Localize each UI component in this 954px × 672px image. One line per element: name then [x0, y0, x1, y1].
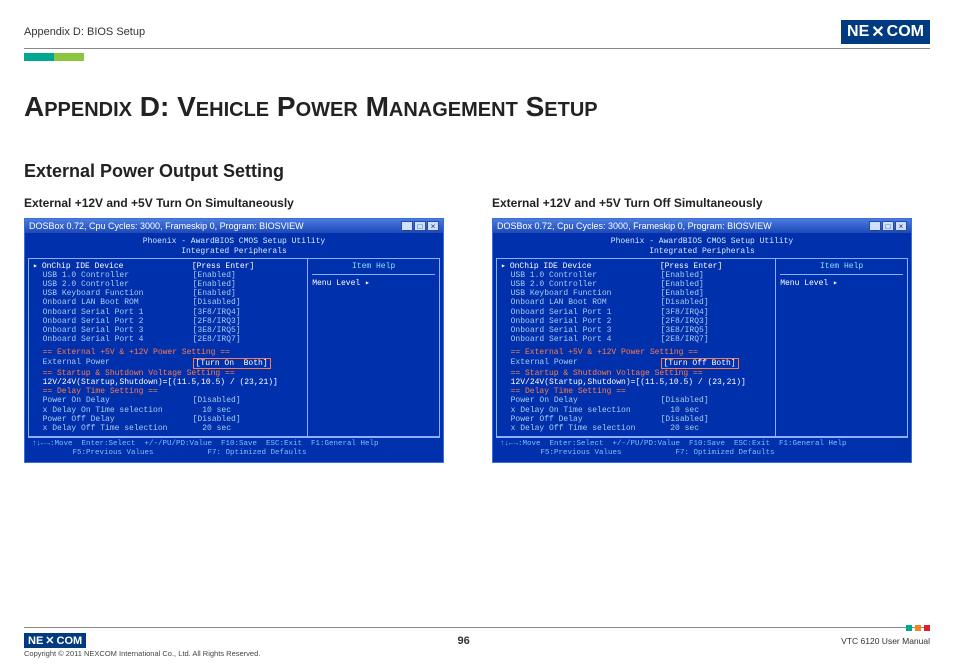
ext-power-row[interactable]: External Power[Turn Off Both] — [501, 358, 771, 369]
help-title: Item Help — [312, 262, 435, 275]
bios-row[interactable]: Power Off Delay[Disabled] — [33, 415, 303, 424]
bios-settings-pane: ▸OnChip IDE Device[Press Enter] USB 1.0 … — [497, 259, 776, 436]
bios-row[interactable]: Onboard LAN Boot ROM[Disabled] — [33, 298, 303, 307]
close-icon: × — [427, 221, 439, 231]
ext-power-value[interactable]: [Turn Off Both] — [661, 358, 739, 369]
bios-row[interactable]: Onboard Serial Port 4[2E8/IRQ7] — [501, 335, 771, 344]
delay-header: == Delay Time Setting == — [501, 387, 771, 396]
voltage-header: == Startup & Shutdown Voltage Setting == — [501, 369, 771, 378]
help-title: Item Help — [780, 262, 903, 275]
bios-settings-pane: ▸OnChip IDE Device[Press Enter] USB 1.0 … — [29, 259, 308, 436]
window-titlebar[interactable]: DOSBox 0.72, Cpu Cycles: 3000, Frameskip… — [493, 219, 911, 233]
bios-row[interactable]: Power On Delay[Disabled] — [501, 396, 771, 405]
left-column: External +12V and +5V Turn On Simultaneo… — [24, 196, 462, 463]
bios-row: x Delay Off Time selection 20 sec — [33, 424, 303, 433]
maximize-icon: □ — [414, 221, 426, 231]
bios-row[interactable]: USB 1.0 Controller[Enabled] — [33, 271, 303, 280]
voltage-row: 12V/24V(Startup,Shutdown)=[(11.5,10.5) /… — [33, 378, 303, 387]
bios-window-left: DOSBox 0.72, Cpu Cycles: 3000, Frameskip… — [24, 218, 444, 463]
voltage-row: 12V/24V(Startup,Shutdown)=[(11.5,10.5) /… — [501, 378, 771, 387]
copyright: Copyright © 2011 NEXCOM International Co… — [24, 649, 930, 658]
bios-row[interactable]: USB 2.0 Controller[Enabled] — [33, 280, 303, 289]
section-title: External Power Output Setting — [24, 161, 930, 182]
bios-row[interactable]: ▸OnChip IDE Device[Press Enter] — [501, 262, 771, 271]
ext-power-row[interactable]: External Power[Turn On Both] — [33, 358, 303, 369]
right-caption: External +12V and +5V Turn Off Simultane… — [492, 196, 930, 210]
bios-row: x Delay Off Time selection 20 sec — [501, 424, 771, 433]
bios-row[interactable]: Power Off Delay[Disabled] — [501, 415, 771, 424]
bios-row[interactable]: ▸OnChip IDE Device[Press Enter] — [33, 262, 303, 271]
bios-row[interactable]: USB Keyboard Function[Enabled] — [33, 289, 303, 298]
bios-row[interactable]: USB 2.0 Controller[Enabled] — [501, 280, 771, 289]
bios-row[interactable]: Onboard Serial Port 1[3F8/IRQ4] — [33, 308, 303, 317]
brand-logo: NE✕COM — [841, 20, 930, 44]
bios-help-pane: Item Help Menu Level ▸ — [776, 259, 907, 436]
bios-row: x Delay On Time selection 10 sec — [33, 406, 303, 415]
close-icon: × — [895, 221, 907, 231]
bios-row[interactable]: Onboard Serial Port 2[2F8/IRQ3] — [501, 317, 771, 326]
ext-power-header: == External +5V & +12V Power Setting == — [33, 348, 303, 357]
window-titlebar[interactable]: DOSBox 0.72, Cpu Cycles: 3000, Frameskip… — [25, 219, 443, 233]
minimize-icon: _ — [869, 221, 881, 231]
bios-footer: ↑↓←→:Move Enter:Select +/-/PU/PD:Value F… — [28, 437, 440, 459]
left-caption: External +12V and +5V Turn On Simultaneo… — [24, 196, 462, 210]
ext-power-value[interactable]: [Turn On Both] — [193, 358, 271, 369]
footer-ticks — [906, 625, 930, 631]
right-column: External +12V and +5V Turn Off Simultane… — [492, 196, 930, 463]
bios-header: Phoenix - AwardBIOS CMOS Setup UtilityIn… — [28, 237, 440, 255]
bios-row: x Delay On Time selection 10 sec — [501, 406, 771, 415]
voltage-header: == Startup & Shutdown Voltage Setting == — [33, 369, 303, 378]
manual-name: VTC 6120 User Manual — [841, 636, 930, 646]
bios-row[interactable]: Onboard Serial Port 2[2F8/IRQ3] — [33, 317, 303, 326]
bios-header: Phoenix - AwardBIOS CMOS Setup UtilityIn… — [496, 237, 908, 255]
bios-help-pane: Item Help Menu Level ▸ — [308, 259, 439, 436]
help-level: Menu Level ▸ — [312, 279, 435, 288]
bios-row[interactable]: Onboard Serial Port 1[3F8/IRQ4] — [501, 308, 771, 317]
delay-header: == Delay Time Setting == — [33, 387, 303, 396]
footer-logo: NE✕COM — [24, 633, 86, 648]
window-buttons[interactable]: _□× — [868, 221, 907, 231]
bios-row[interactable]: Onboard Serial Port 3[3E8/IRQ5] — [501, 326, 771, 335]
titlebar-text: DOSBox 0.72, Cpu Cycles: 3000, Frameskip… — [497, 221, 772, 231]
window-buttons[interactable]: _□× — [400, 221, 439, 231]
bios-footer: ↑↓←→:Move Enter:Select +/-/PU/PD:Value F… — [496, 437, 908, 459]
decorative-strip — [24, 53, 930, 61]
page-number: 96 — [458, 635, 470, 647]
bios-row[interactable]: Onboard LAN Boot ROM[Disabled] — [501, 298, 771, 307]
titlebar-text: DOSBox 0.72, Cpu Cycles: 3000, Frameskip… — [29, 221, 304, 231]
bios-row[interactable]: USB 1.0 Controller[Enabled] — [501, 271, 771, 280]
page-title: Appendix D: Vehicle Power Management Set… — [24, 91, 930, 123]
maximize-icon: □ — [882, 221, 894, 231]
bios-row[interactable]: Onboard Serial Port 4[2E8/IRQ7] — [33, 335, 303, 344]
minimize-icon: _ — [401, 221, 413, 231]
appendix-label: Appendix D: BIOS Setup — [24, 26, 145, 38]
bios-row[interactable]: Onboard Serial Port 3[3E8/IRQ5] — [33, 326, 303, 335]
ext-power-header: == External +5V & +12V Power Setting == — [501, 348, 771, 357]
bios-window-right: DOSBox 0.72, Cpu Cycles: 3000, Frameskip… — [492, 218, 912, 463]
bios-row[interactable]: Power On Delay[Disabled] — [33, 396, 303, 405]
help-level: Menu Level ▸ — [780, 279, 903, 288]
bios-row[interactable]: USB Keyboard Function[Enabled] — [501, 289, 771, 298]
